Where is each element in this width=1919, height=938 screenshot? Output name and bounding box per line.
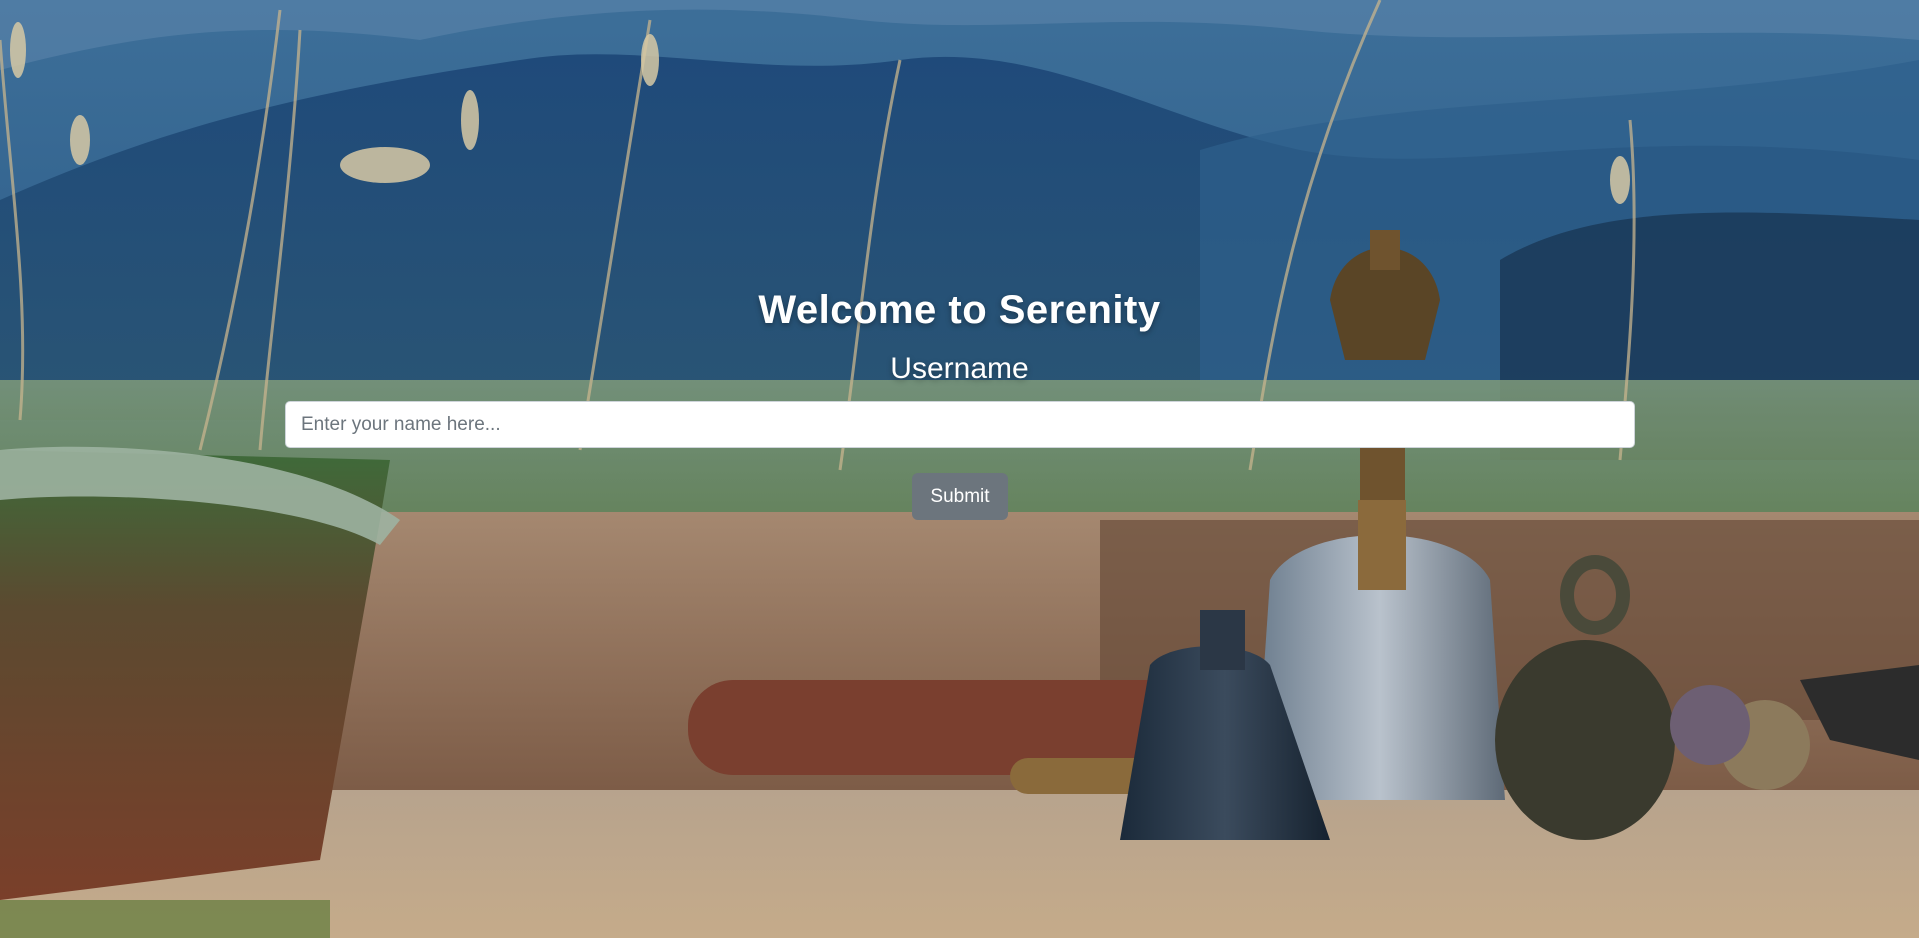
login-page: Welcome to Serenity Username Submit bbox=[0, 0, 1919, 938]
login-form-area: Welcome to Serenity Username Submit bbox=[0, 0, 1919, 938]
username-input[interactable] bbox=[285, 401, 1635, 448]
submit-button[interactable]: Submit bbox=[912, 473, 1008, 520]
page-title: Welcome to Serenity bbox=[758, 288, 1161, 332]
username-label: Username bbox=[890, 352, 1029, 385]
